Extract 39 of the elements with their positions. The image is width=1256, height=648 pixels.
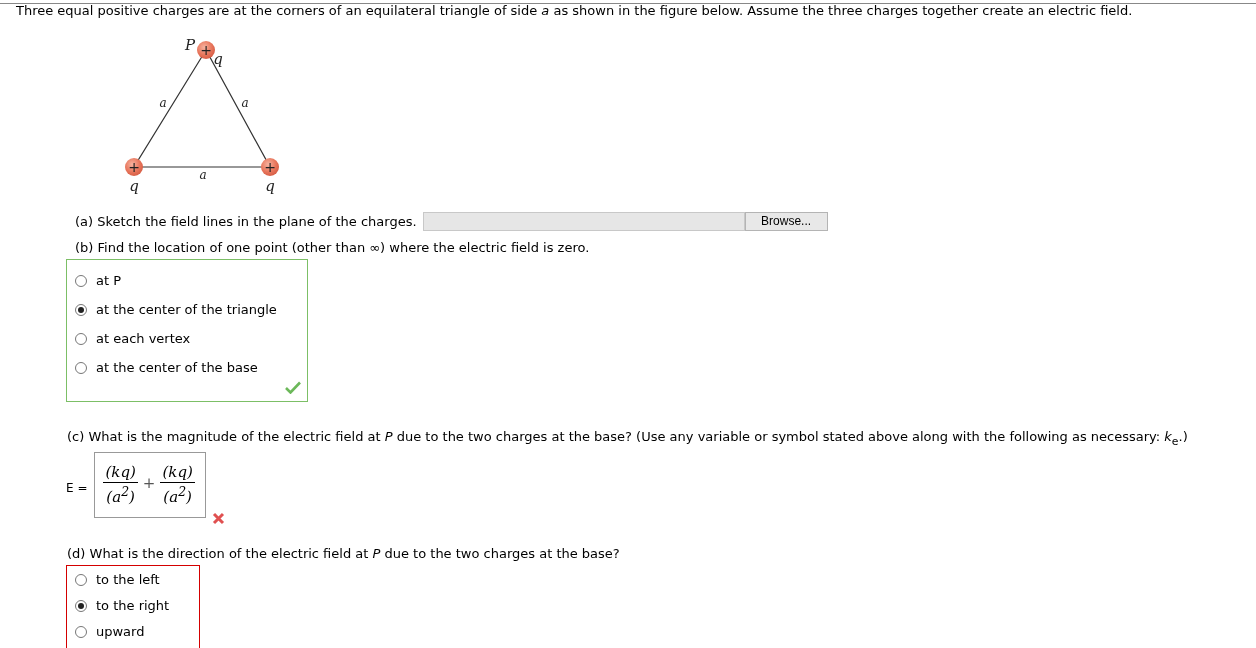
denominator: (a$^{2}$) bbox=[106, 483, 135, 507]
answer-box[interactable]: (kq) (a$^{2}$) + (kq) (a$^{2}$) bbox=[94, 451, 206, 518]
option-label: at the center of the triangle bbox=[96, 302, 277, 317]
option-label: at each vertex bbox=[96, 331, 191, 346]
charge-icon: + bbox=[125, 158, 143, 176]
check-icon bbox=[285, 381, 301, 394]
option-label: upward bbox=[96, 624, 145, 640]
side-label: a bbox=[199, 168, 207, 182]
side-label: a bbox=[241, 96, 249, 110]
part-prompt: (d) What is the direction of the electric field at P due to the two charges at the base? bbox=[67, 546, 621, 561]
numerator: (kq) bbox=[103, 463, 138, 484]
question-text: Three equal positive charges are at the corners of an equilateral triangle of side a as shown in the figure below. Assume the three charges together create an electric field. bbox=[16, 4, 1134, 18]
radio-button[interactable] bbox=[75, 303, 87, 316]
charge-icon: + bbox=[261, 158, 279, 176]
option-label: to the left bbox=[96, 572, 160, 588]
answer-label: E = bbox=[66, 480, 88, 495]
option-label: at the center of the base bbox=[96, 360, 258, 375]
vertex-label: P bbox=[184, 36, 196, 54]
numerator: (kq) bbox=[160, 463, 195, 484]
side-label: a bbox=[159, 96, 167, 110]
part-prompt: (a) Sketch the field lines in the plane of the charges. bbox=[75, 213, 417, 229]
radio-button[interactable] bbox=[75, 361, 87, 374]
radio-button[interactable] bbox=[75, 274, 87, 287]
radio-button[interactable] bbox=[75, 332, 87, 345]
part-prompt: (c) What is the magnitude of the electric field at P due to the two charges at the base? (Use any variable or symbol stated above along with the following as necessary: k$_{e}$.) bbox=[67, 430, 1189, 449]
radio-button[interactable] bbox=[75, 625, 87, 638]
option-label: to the right bbox=[96, 598, 170, 614]
part-prompt: (b) Find the location of one point (other than ∞) where the electric field is zero. bbox=[75, 241, 591, 255]
file-field[interactable] bbox=[422, 211, 745, 231]
charge-label: q bbox=[129, 177, 139, 195]
charge-label: q bbox=[213, 50, 223, 68]
radio-button[interactable] bbox=[75, 599, 87, 612]
denominator: (a$^{2}$) bbox=[163, 483, 192, 507]
plus-sign: + bbox=[142, 473, 156, 492]
browse-button[interactable]: Browse... bbox=[744, 211, 828, 231]
charge-label: q bbox=[265, 177, 275, 195]
charge-icon: + bbox=[197, 41, 215, 59]
option-label: at P bbox=[96, 273, 122, 288]
radio-button[interactable] bbox=[75, 573, 87, 586]
